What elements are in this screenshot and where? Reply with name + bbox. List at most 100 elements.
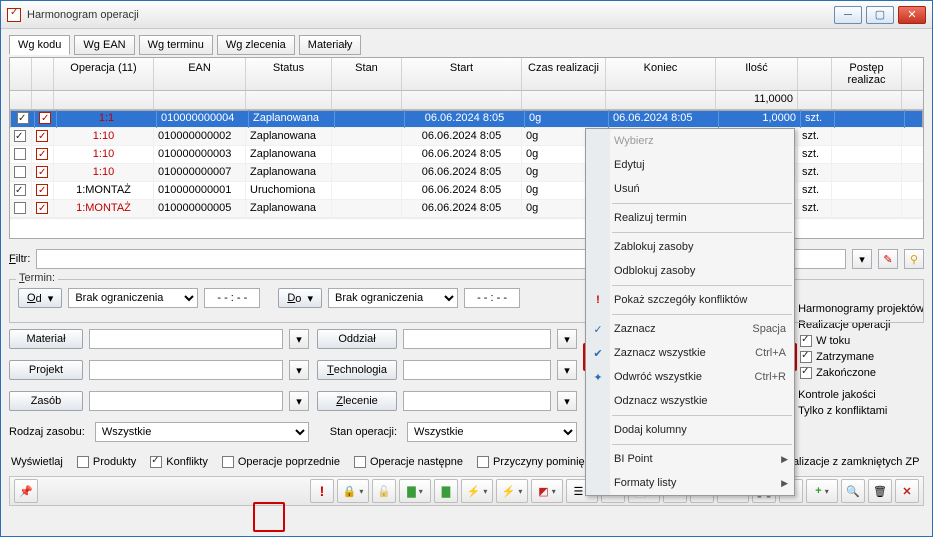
projekt-input[interactable]	[89, 360, 283, 380]
rodzaj-select[interactable]: Wszystkie	[95, 422, 309, 442]
col-header[interactable]: Koniec	[606, 58, 716, 90]
pin-button[interactable]: 📌	[14, 479, 38, 503]
cell: 010000000001	[154, 182, 246, 200]
material-button[interactable]: Materiał	[9, 329, 83, 349]
tzk-check[interactable]: Tylko z konfliktami	[782, 405, 924, 417]
ctx-realizuj[interactable]: Realizuj termin	[586, 206, 794, 230]
zatrz-check[interactable]: Zatrzymane	[800, 351, 924, 363]
cell: 1:MONTAŻ	[54, 182, 154, 200]
ctx-pokaz-konflikty[interactable]: !Pokaż szczegóły konfliktów	[586, 288, 794, 312]
cell: Zaplanowana	[249, 110, 335, 128]
ctx-dodaj-kolumny[interactable]: Dodaj kolumny	[586, 418, 794, 442]
produkty-check[interactable]: Produkty	[77, 456, 136, 468]
ctx-bi-point[interactable]: BI Point	[586, 447, 794, 471]
technologia-button[interactable]: Technologia	[317, 360, 397, 380]
close-button[interactable]: ✕	[898, 6, 926, 24]
col-header[interactable]: EAN	[154, 58, 246, 90]
do-time[interactable]	[464, 288, 520, 308]
tab-materiały[interactable]: Materiały	[299, 35, 362, 55]
green2-button[interactable]: ▇	[434, 479, 458, 503]
od-time[interactable]	[204, 288, 260, 308]
op-pop-check[interactable]: Operacje poprzednie	[222, 456, 340, 468]
ctx-formaty[interactable]: Formaty listy	[586, 471, 794, 495]
do-limit-select[interactable]: Brak ograniczenia	[328, 288, 458, 308]
kj-check[interactable]: Kontrole jakości	[782, 389, 924, 401]
search-button[interactable]: 🔍	[841, 479, 865, 503]
col-header[interactable]: Czas realizacji	[522, 58, 606, 90]
ctx-zaznacz-wszystkie[interactable]: ✔Zaznacz wszystkieCtrl+A	[586, 341, 794, 365]
ctx-zaznacz[interactable]: ✓ZaznaczSpacja	[586, 317, 794, 341]
oddzial-dd[interactable]: ▾	[557, 329, 577, 349]
ctx-odwroc[interactable]: ✦Odwróć wszystkieCtrl+R	[586, 365, 794, 389]
material-dd[interactable]: ▾	[289, 329, 309, 349]
lock-button[interactable]: 🔒	[337, 479, 369, 503]
thunder2-button[interactable]: ⚡	[496, 479, 528, 503]
cell	[332, 128, 402, 146]
ctx-zablokuj[interactable]: Zablokuj zasoby	[586, 235, 794, 259]
zlecenie-dd[interactable]: ▾	[557, 391, 577, 411]
col-header[interactable]: Status	[246, 58, 332, 90]
wtoku-check[interactable]: W toku	[800, 335, 924, 347]
col-header[interactable]: Stan	[332, 58, 402, 90]
add-button[interactable]: +	[806, 479, 838, 503]
col-header[interactable]: Postęp realizac	[832, 58, 902, 90]
cell: 1:10	[54, 146, 154, 164]
cell: 1,0000	[719, 110, 801, 128]
stan-select[interactable]: Wszystkie	[407, 422, 577, 442]
conflict-button[interactable]: !	[310, 479, 334, 503]
cell: Zaplanowana	[246, 164, 332, 182]
cell: Zaplanowana	[246, 200, 332, 218]
material-input[interactable]	[89, 329, 283, 349]
zak-check[interactable]: Zakończone	[800, 367, 924, 379]
filter-edit-button[interactable]: ✎	[878, 249, 898, 269]
col-header[interactable]: Ilość	[716, 58, 798, 90]
zasob-input[interactable]	[89, 391, 283, 411]
exit-button[interactable]: ✕	[895, 479, 919, 503]
col-header[interactable]	[798, 58, 832, 90]
cell: szt.	[798, 128, 832, 146]
zasob-dd[interactable]: ▾	[289, 391, 309, 411]
oddzial-button[interactable]: Oddział	[317, 329, 397, 349]
zasob-button[interactable]: Zasób	[9, 391, 83, 411]
tab-wg-terminu[interactable]: Wg terminu	[139, 35, 213, 55]
right-checks: Harmonogramy projektów Realizacje operac…	[782, 329, 924, 448]
op-nast-check[interactable]: Operacje następne	[354, 456, 463, 468]
delete-button[interactable]: 🗑	[868, 479, 892, 503]
oddzial-input[interactable]	[403, 329, 551, 349]
tab-wg-kodu[interactable]: Wg kodu	[9, 35, 70, 55]
technologia-dd[interactable]: ▾	[557, 360, 577, 380]
technologia-input[interactable]	[403, 360, 551, 380]
redflag-button[interactable]: ◩	[531, 479, 563, 503]
projekt-button[interactable]: Projekt	[9, 360, 83, 380]
green1-button[interactable]: ▇	[399, 479, 431, 503]
tab-wg-zlecenia[interactable]: Wg zlecenia	[217, 35, 295, 55]
zlecenie-button[interactable]: Zlecenie	[317, 391, 397, 411]
table-row[interactable]: 1:1010000000004Zaplanowana06.06.2024 8:0…	[10, 110, 923, 128]
col-subheader	[54, 91, 154, 109]
ctx-odznacz[interactable]: Odznacz wszystkie	[586, 389, 794, 413]
ctx-wybierz: Wybierz	[586, 129, 794, 153]
od-button[interactable]: Od ▾	[18, 288, 62, 308]
cell: Zaplanowana	[246, 128, 332, 146]
do-button[interactable]: Do ▾	[278, 288, 322, 308]
konflikty-check[interactable]: Konflikty	[150, 456, 208, 468]
projekt-dd[interactable]: ▾	[289, 360, 309, 380]
thunder1-button[interactable]: ⚡	[461, 479, 493, 503]
cell	[10, 164, 32, 182]
ctx-odblokuj[interactable]: Odblokuj zasoby	[586, 259, 794, 283]
ctx-sep	[612, 285, 792, 286]
zlecenie-input[interactable]	[403, 391, 551, 411]
filter-clear-button[interactable]: ⚲	[904, 249, 924, 269]
col-header[interactable]: Operacja (11)	[54, 58, 154, 90]
unlock-button[interactable]: 🔓	[372, 479, 396, 503]
tab-wg-ean[interactable]: Wg EAN	[74, 35, 134, 55]
col-header[interactable]	[10, 58, 32, 90]
col-header[interactable]	[32, 58, 54, 90]
filter-dropdown-button[interactable]: ▾	[852, 249, 872, 269]
ctx-edytuj[interactable]: Edytuj	[586, 153, 794, 177]
col-header[interactable]: Start	[402, 58, 522, 90]
maximize-button[interactable]: ▢	[866, 6, 894, 24]
od-limit-select[interactable]: Brak ograniczenia	[68, 288, 198, 308]
ctx-usun[interactable]: Usuń	[586, 177, 794, 201]
minimize-button[interactable]: ─	[834, 6, 862, 24]
